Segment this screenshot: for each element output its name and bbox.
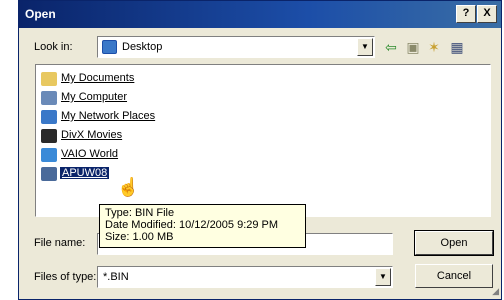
- network-icon: [41, 110, 57, 124]
- files-of-type-label: Files of type:: [34, 271, 97, 283]
- bin-file-icon: [41, 167, 57, 181]
- look-in-label: Look in:: [34, 41, 73, 53]
- dialog-title: Open: [25, 7, 56, 21]
- back-icon[interactable]: ⇦: [381, 38, 401, 56]
- new-folder-icon[interactable]: ✶: [424, 38, 444, 56]
- close-button[interactable]: X: [477, 5, 497, 23]
- views-menu-icon[interactable]: ▦: [447, 38, 467, 56]
- desktop-icon: [102, 40, 117, 54]
- resize-grip-icon[interactable]: ◢: [492, 286, 499, 297]
- look-in-value: Desktop: [122, 41, 163, 53]
- files-of-type-value: *.BIN: [103, 271, 129, 283]
- title-bar: Open ? X: [19, 1, 501, 28]
- file-tooltip: Type: BIN File Date Modified: 10/12/2005…: [99, 204, 306, 248]
- file-name: My Documents: [61, 72, 135, 84]
- open-dialog: Open ? X Look in: Desktop ▼ ⇦ ▣ ✶ ▦ My D…: [18, 0, 502, 300]
- vaio-icon: [41, 148, 57, 162]
- tooltip-size: Size: 1.00 MB: [105, 231, 174, 243]
- file-name-label: File name:: [34, 237, 86, 249]
- files-of-type-dropdown[interactable]: *.BIN ▼: [97, 266, 393, 288]
- file-name: My Network Places: [61, 110, 156, 122]
- computer-icon: [41, 91, 57, 105]
- tooltip-type: Type: BIN File: [105, 207, 175, 219]
- cancel-button[interactable]: Cancel: [415, 264, 493, 288]
- file-name: My Computer: [61, 91, 128, 103]
- tooltip-date: Date Modified: 10/12/2005 9:29 PM: [105, 219, 279, 231]
- help-button[interactable]: ?: [456, 5, 476, 23]
- chevron-down-icon[interactable]: ▼: [357, 38, 373, 56]
- open-button[interactable]: Open: [414, 230, 494, 256]
- up-folder-icon[interactable]: ▣: [403, 38, 423, 56]
- chevron-down-icon[interactable]: ▼: [375, 268, 391, 286]
- file-name: VAIO World: [61, 148, 119, 160]
- divx-icon: [41, 129, 57, 143]
- hand-cursor-icon: ☝: [117, 177, 140, 197]
- look-in-dropdown[interactable]: Desktop ▼: [97, 36, 375, 58]
- folder-icon: [41, 72, 57, 86]
- file-list[interactable]: My Documents My Computer My Network Plac…: [35, 64, 491, 217]
- file-name: APUW08: [60, 167, 110, 179]
- file-name: DivX Movies: [61, 129, 123, 141]
